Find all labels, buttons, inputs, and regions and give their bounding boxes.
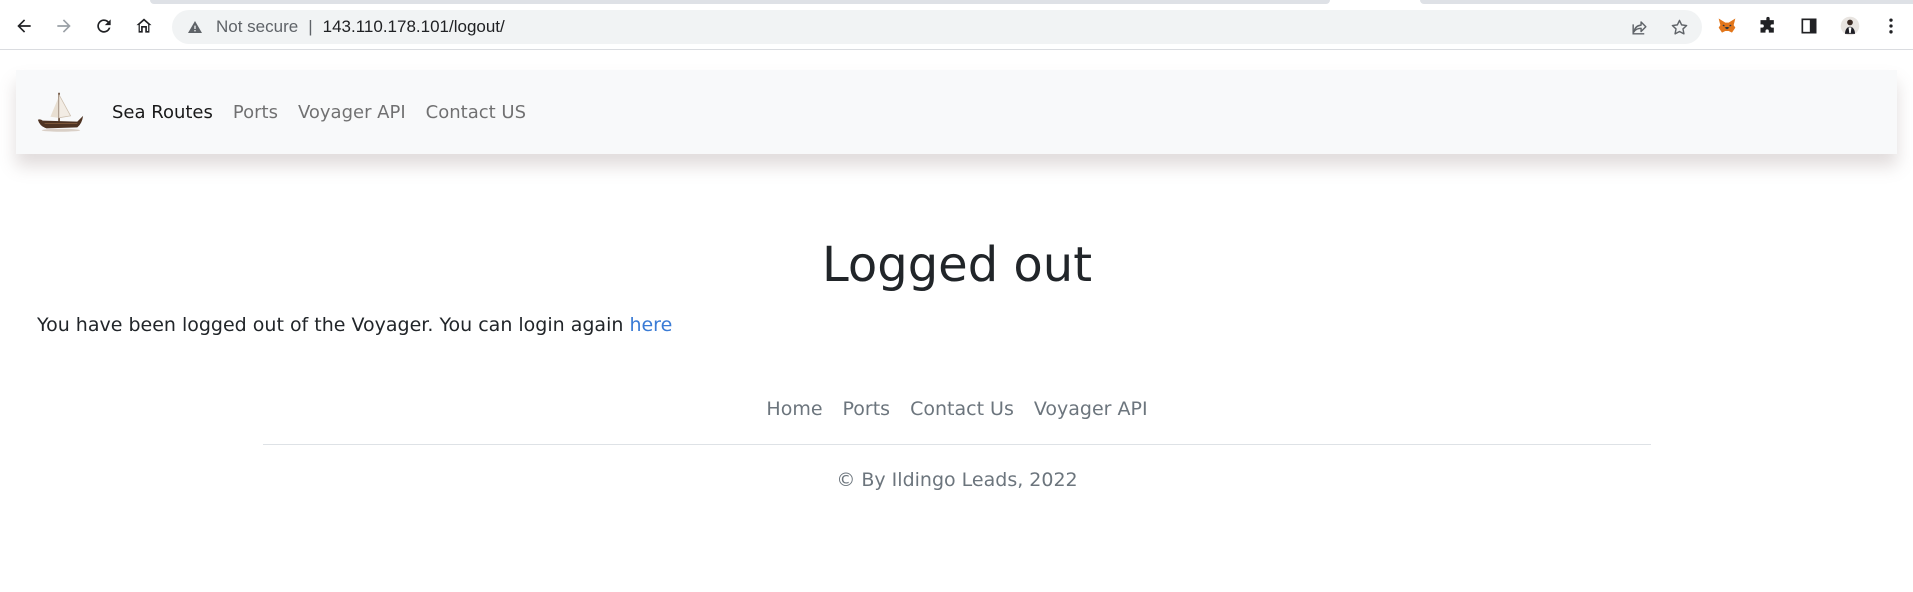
warning-icon[interactable] <box>186 18 204 36</box>
footer-link-voyager-api[interactable]: Voyager API <box>1024 398 1158 420</box>
nav-link-sea-routes[interactable]: Sea Routes <box>102 102 223 123</box>
tab-edge <box>1420 0 1913 4</box>
logout-message: You have been logged out of the Voyager.… <box>37 314 1877 336</box>
main-content: Logged out You have been logged out of t… <box>37 225 1877 336</box>
footer-link-home[interactable]: Home <box>756 398 832 420</box>
reload-icon[interactable] <box>90 12 118 40</box>
url-text[interactable]: 143.110.178.101/logout/ <box>323 17 505 37</box>
navbar-links: Sea Routes Ports Voyager API Contact US <box>102 102 536 123</box>
fox-extension-icon[interactable] <box>1713 12 1741 40</box>
profile-avatar[interactable] <box>1836 12 1864 40</box>
footer-link-contact-us[interactable]: Contact Us <box>900 398 1024 420</box>
site-footer: Home Ports Contact Us Voyager API © By I… <box>263 392 1651 491</box>
sidebar-icon[interactable] <box>1795 12 1823 40</box>
forward-icon[interactable] <box>50 12 78 40</box>
site-navbar: Sea Routes Ports Voyager API Contact US <box>16 70 1897 154</box>
share-icon[interactable] <box>1626 14 1652 40</box>
kebab-menu-icon[interactable] <box>1877 12 1905 40</box>
login-again-link[interactable]: here <box>629 314 672 336</box>
browser-toolbar: Not secure | 143.110.178.101/logout/ <box>0 0 1913 50</box>
security-label[interactable]: Not secure <box>216 17 298 37</box>
address-bar[interactable]: Not secure | 143.110.178.101/logout/ <box>172 10 1702 44</box>
extensions-bar <box>1713 12 1905 40</box>
footer-link-ports[interactable]: Ports <box>833 398 901 420</box>
copyright-text: © By Ildingo Leads, 2022 <box>836 469 1078 491</box>
footer-divider <box>263 444 1651 445</box>
footer-nav: Home Ports Contact Us Voyager API <box>263 392 1651 426</box>
tab-active-edge <box>150 0 1330 4</box>
omnibox-actions <box>1626 14 1692 40</box>
page-title: Logged out <box>821 237 1093 293</box>
home-icon[interactable] <box>130 12 158 40</box>
ship-logo-icon[interactable] <box>34 86 86 138</box>
puzzle-extensions-icon[interactable] <box>1754 12 1782 40</box>
bookmark-star-icon[interactable] <box>1666 14 1692 40</box>
back-icon[interactable] <box>10 12 38 40</box>
logout-message-text: You have been logged out of the Voyager.… <box>37 314 624 336</box>
nav-link-voyager-api[interactable]: Voyager API <box>288 102 416 123</box>
url-separator: | <box>308 17 313 36</box>
nav-link-ports[interactable]: Ports <box>223 102 288 123</box>
nav-link-contact-us[interactable]: Contact US <box>416 102 536 123</box>
tab-strip <box>0 0 1913 4</box>
